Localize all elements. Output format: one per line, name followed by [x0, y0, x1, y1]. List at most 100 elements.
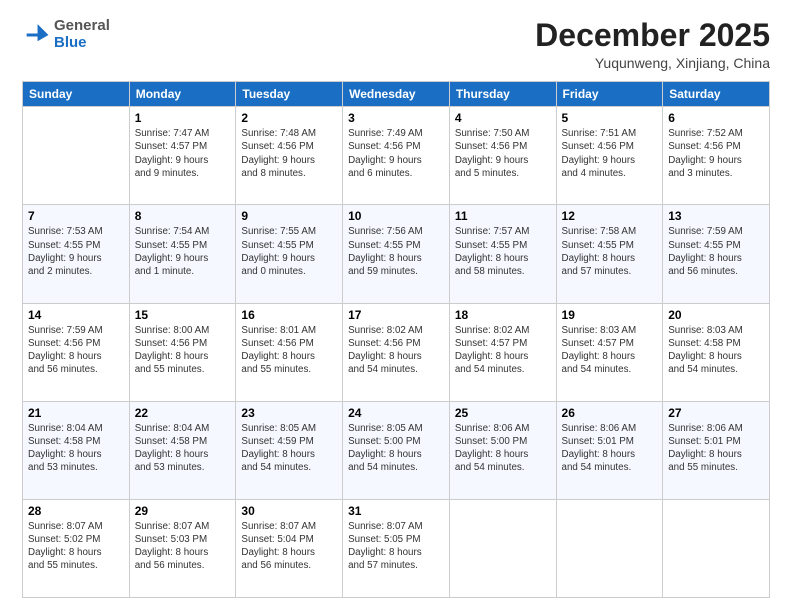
day-info: Sunrise: 7:54 AM Sunset: 4:55 PM Dayligh…: [135, 225, 231, 278]
day-info: Sunrise: 7:52 AM Sunset: 4:56 PM Dayligh…: [668, 127, 764, 180]
day-info: Sunrise: 8:07 AM Sunset: 5:03 PM Dayligh…: [135, 520, 231, 573]
calendar-day-cell: 24 Sunrise: 8:05 AM Sunset: 5:00 PM Dayli…: [343, 401, 450, 499]
calendar-day-cell: 14 Sunrise: 7:59 AM Sunset: 4:56 PM Dayli…: [23, 303, 130, 401]
calendar-day-cell: 29Sunrise: 8:07 AM Sunset: 5:03 PM Dayli…: [129, 499, 236, 597]
calendar-empty-cell: [556, 499, 663, 597]
day-info: Sunrise: 8:04 AM Sunset: 4:58 PM Dayligh…: [28, 422, 124, 475]
day-number: 28: [28, 504, 124, 518]
logo-icon: [22, 21, 50, 49]
header: General Blue December 2025 Yuqunweng, Xi…: [22, 18, 770, 71]
calendar-week-row: 1 Sunrise: 7:47 AM Sunset: 4:57 PM Daylig…: [23, 107, 770, 205]
logo: General Blue: [22, 18, 110, 51]
day-info: Sunrise: 7:49 AM Sunset: 4:56 PM Dayligh…: [348, 127, 444, 180]
calendar-day-cell: 21 Sunrise: 8:04 AM Sunset: 4:58 PM Dayli…: [23, 401, 130, 499]
day-info: Sunrise: 8:01 AM Sunset: 4:56 PM Dayligh…: [241, 324, 337, 377]
calendar-day-cell: 5 Sunrise: 7:51 AM Sunset: 4:56 PM Daylig…: [556, 107, 663, 205]
calendar-header-row: SundayMondayTuesdayWednesdayThursdayFrid…: [23, 82, 770, 107]
day-info: Sunrise: 7:55 AM Sunset: 4:55 PM Dayligh…: [241, 225, 337, 278]
day-info: Sunrise: 7:47 AM Sunset: 4:57 PM Dayligh…: [135, 127, 231, 180]
day-number: 26: [562, 406, 658, 420]
day-number: 18: [455, 308, 551, 322]
day-number: 10: [348, 209, 444, 223]
day-number: 7: [28, 209, 124, 223]
day-number: 21: [28, 406, 124, 420]
calendar-day-cell: 25 Sunrise: 8:06 AM Sunset: 5:00 PM Dayli…: [449, 401, 556, 499]
calendar-header-saturday: Saturday: [663, 82, 770, 107]
calendar-day-cell: 31 Sunrise: 8:07 AM Sunset: 5:05 PM Dayli…: [343, 499, 450, 597]
calendar-header-wednesday: Wednesday: [343, 82, 450, 107]
calendar-day-cell: 18 Sunrise: 8:02 AM Sunset: 4:57 PM Dayli…: [449, 303, 556, 401]
calendar-day-cell: 12 Sunrise: 7:58 AM Sunset: 4:55 PM Dayli…: [556, 205, 663, 303]
calendar-day-cell: 9 Sunrise: 7:55 AM Sunset: 4:55 PM Daylig…: [236, 205, 343, 303]
calendar-day-cell: 22Sunrise: 8:04 AM Sunset: 4:58 PM Dayli…: [129, 401, 236, 499]
day-number: 27: [668, 406, 764, 420]
day-number: 3: [348, 111, 444, 125]
title-block: December 2025 Yuqunweng, Xinjiang, China: [535, 18, 770, 71]
day-number: 6: [668, 111, 764, 125]
calendar-day-cell: 4 Sunrise: 7:50 AM Sunset: 4:56 PM Daylig…: [449, 107, 556, 205]
day-number: 4: [455, 111, 551, 125]
day-info: Sunrise: 8:03 AM Sunset: 4:58 PM Dayligh…: [668, 324, 764, 377]
day-info: Sunrise: 8:05 AM Sunset: 5:00 PM Dayligh…: [348, 422, 444, 475]
day-info: Sunrise: 8:06 AM Sunset: 5:00 PM Dayligh…: [455, 422, 551, 475]
calendar-header-monday: Monday: [129, 82, 236, 107]
day-info: Sunrise: 7:53 AM Sunset: 4:55 PM Dayligh…: [28, 225, 124, 278]
calendar-day-cell: 6 Sunrise: 7:52 AM Sunset: 4:56 PM Daylig…: [663, 107, 770, 205]
day-number: 17: [348, 308, 444, 322]
day-info: Sunrise: 7:59 AM Sunset: 4:56 PM Dayligh…: [28, 324, 124, 377]
calendar-empty-cell: [23, 107, 130, 205]
day-number: 30: [241, 504, 337, 518]
day-number: 13: [668, 209, 764, 223]
calendar-day-cell: 10 Sunrise: 7:56 AM Sunset: 4:55 PM Dayli…: [343, 205, 450, 303]
location: Yuqunweng, Xinjiang, China: [535, 55, 770, 71]
calendar-day-cell: 2 Sunrise: 7:48 AM Sunset: 4:56 PM Daylig…: [236, 107, 343, 205]
calendar-day-cell: 13Sunrise: 7:59 AM Sunset: 4:55 PM Dayli…: [663, 205, 770, 303]
day-number: 1: [135, 111, 231, 125]
calendar-week-row: 14 Sunrise: 7:59 AM Sunset: 4:56 PM Dayli…: [23, 303, 770, 401]
calendar-day-cell: 7 Sunrise: 7:53 AM Sunset: 4:55 PM Daylig…: [23, 205, 130, 303]
calendar-day-cell: 27Sunrise: 8:06 AM Sunset: 5:01 PM Dayli…: [663, 401, 770, 499]
logo-text: General Blue: [54, 18, 110, 51]
day-info: Sunrise: 8:03 AM Sunset: 4:57 PM Dayligh…: [562, 324, 658, 377]
day-number: 19: [562, 308, 658, 322]
page: General Blue December 2025 Yuqunweng, Xi…: [0, 0, 792, 612]
calendar-empty-cell: [449, 499, 556, 597]
day-number: 11: [455, 209, 551, 223]
calendar-header-tuesday: Tuesday: [236, 82, 343, 107]
day-info: Sunrise: 7:56 AM Sunset: 4:55 PM Dayligh…: [348, 225, 444, 278]
calendar-header-friday: Friday: [556, 82, 663, 107]
day-number: 16: [241, 308, 337, 322]
day-number: 8: [135, 209, 231, 223]
day-number: 24: [348, 406, 444, 420]
logo-general-text: General: [54, 17, 110, 34]
calendar-day-cell: 23Sunrise: 8:05 AM Sunset: 4:59 PM Dayli…: [236, 401, 343, 499]
day-info: Sunrise: 8:05 AM Sunset: 4:59 PM Dayligh…: [241, 422, 337, 475]
calendar-day-cell: 17 Sunrise: 8:02 AM Sunset: 4:56 PM Dayli…: [343, 303, 450, 401]
day-info: Sunrise: 7:58 AM Sunset: 4:55 PM Dayligh…: [562, 225, 658, 278]
day-info: Sunrise: 8:02 AM Sunset: 4:56 PM Dayligh…: [348, 324, 444, 377]
calendar-week-row: 28Sunrise: 8:07 AM Sunset: 5:02 PM Dayli…: [23, 499, 770, 597]
day-number: 20: [668, 308, 764, 322]
calendar-week-row: 21 Sunrise: 8:04 AM Sunset: 4:58 PM Dayli…: [23, 401, 770, 499]
day-info: Sunrise: 7:50 AM Sunset: 4:56 PM Dayligh…: [455, 127, 551, 180]
day-number: 12: [562, 209, 658, 223]
calendar-day-cell: 26Sunrise: 8:06 AM Sunset: 5:01 PM Dayli…: [556, 401, 663, 499]
logo-blue-text: Blue: [54, 34, 87, 51]
day-number: 5: [562, 111, 658, 125]
day-info: Sunrise: 8:00 AM Sunset: 4:56 PM Dayligh…: [135, 324, 231, 377]
calendar-day-cell: 28Sunrise: 8:07 AM Sunset: 5:02 PM Dayli…: [23, 499, 130, 597]
day-info: Sunrise: 8:07 AM Sunset: 5:04 PM Dayligh…: [241, 520, 337, 573]
day-info: Sunrise: 7:51 AM Sunset: 4:56 PM Dayligh…: [562, 127, 658, 180]
day-info: Sunrise: 7:57 AM Sunset: 4:55 PM Dayligh…: [455, 225, 551, 278]
calendar-header-sunday: Sunday: [23, 82, 130, 107]
day-number: 14: [28, 308, 124, 322]
day-info: Sunrise: 7:48 AM Sunset: 4:56 PM Dayligh…: [241, 127, 337, 180]
calendar-day-cell: 15Sunrise: 8:00 AM Sunset: 4:56 PM Dayli…: [129, 303, 236, 401]
day-number: 25: [455, 406, 551, 420]
day-number: 2: [241, 111, 337, 125]
day-number: 31: [348, 504, 444, 518]
day-info: Sunrise: 8:07 AM Sunset: 5:05 PM Dayligh…: [348, 520, 444, 573]
day-number: 9: [241, 209, 337, 223]
calendar-empty-cell: [663, 499, 770, 597]
day-info: Sunrise: 8:02 AM Sunset: 4:57 PM Dayligh…: [455, 324, 551, 377]
